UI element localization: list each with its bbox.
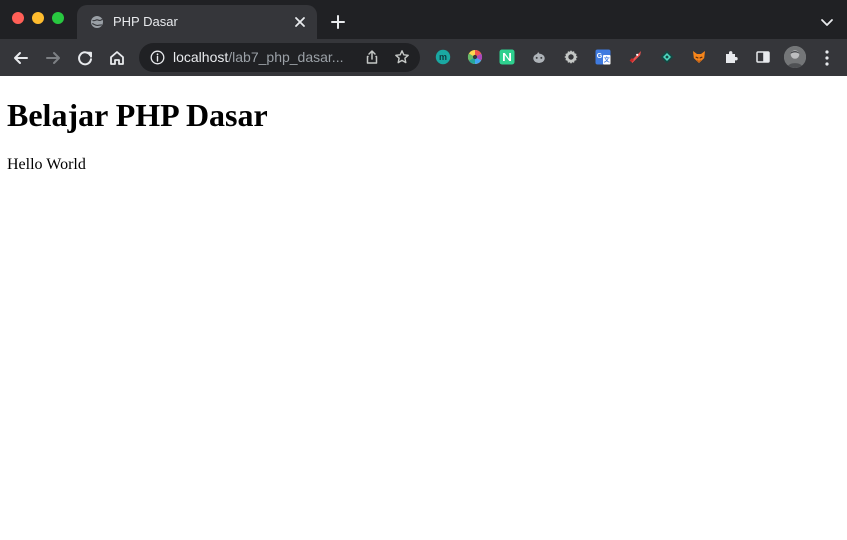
avatar[interactable] <box>784 46 806 68</box>
chevron-down-icon[interactable] <box>819 14 835 30</box>
window-minimize-button[interactable] <box>32 12 44 24</box>
page-heading: Belajar PHP Dasar <box>7 97 268 133</box>
home-icon[interactable] <box>108 49 126 67</box>
green-n-extension-icon[interactable] <box>499 49 515 65</box>
puzzle-icon[interactable] <box>723 49 739 65</box>
kebab-menu-icon[interactable] <box>822 49 832 67</box>
tab-title: PHP Dasar <box>113 14 178 29</box>
teal-m-extension-icon[interactable]: m <box>435 49 451 65</box>
diamond-extension-icon[interactable] <box>659 49 675 65</box>
window-close-button[interactable] <box>12 12 24 24</box>
new-tab-button[interactable] <box>330 14 346 30</box>
forward-arrow-icon[interactable] <box>44 49 62 67</box>
web-page: Belajar PHP Dasar Hello World <box>0 76 847 540</box>
profile-photo-icon <box>784 46 806 68</box>
fox-extension-icon[interactable] <box>691 49 707 65</box>
side-panel-icon[interactable] <box>755 49 771 65</box>
url-host: localhost <box>173 49 229 65</box>
reload-icon[interactable] <box>76 49 94 67</box>
toolbar: localhost/lab7_php_dasar... m G 文 <box>0 39 847 76</box>
active-tab[interactable]: PHP Dasar <box>77 5 317 39</box>
rocket-extension-icon[interactable] <box>627 49 643 65</box>
svg-text:文: 文 <box>603 56 611 64</box>
url-text[interactable]: localhost/lab7_php_dasar... <box>173 49 353 66</box>
window-maximize-button[interactable] <box>52 12 64 24</box>
gear-extension-icon[interactable] <box>563 49 579 65</box>
address-bar[interactable]: localhost/lab7_php_dasar... <box>139 43 420 72</box>
page-paragraph: Hello World <box>7 156 86 173</box>
star-icon[interactable] <box>394 49 410 65</box>
browser-chrome: PHP Dasar localhost/lab7_php_dasar... m … <box>0 0 847 76</box>
translate-extension-icon[interactable]: G 文 <box>595 49 611 65</box>
close-icon[interactable] <box>292 14 308 30</box>
back-arrow-icon[interactable] <box>12 49 30 67</box>
share-icon[interactable] <box>364 49 380 65</box>
tab-strip: PHP Dasar <box>0 0 847 39</box>
gray-mascot-extension-icon[interactable] <box>531 49 547 65</box>
info-icon[interactable] <box>150 50 165 65</box>
url-path: /lab7_php_dasar... <box>228 49 344 65</box>
color-wheel-extension-icon[interactable] <box>467 49 483 65</box>
globe-icon <box>91 16 103 28</box>
svg-text:m: m <box>439 52 447 62</box>
svg-text:G: G <box>597 53 603 60</box>
